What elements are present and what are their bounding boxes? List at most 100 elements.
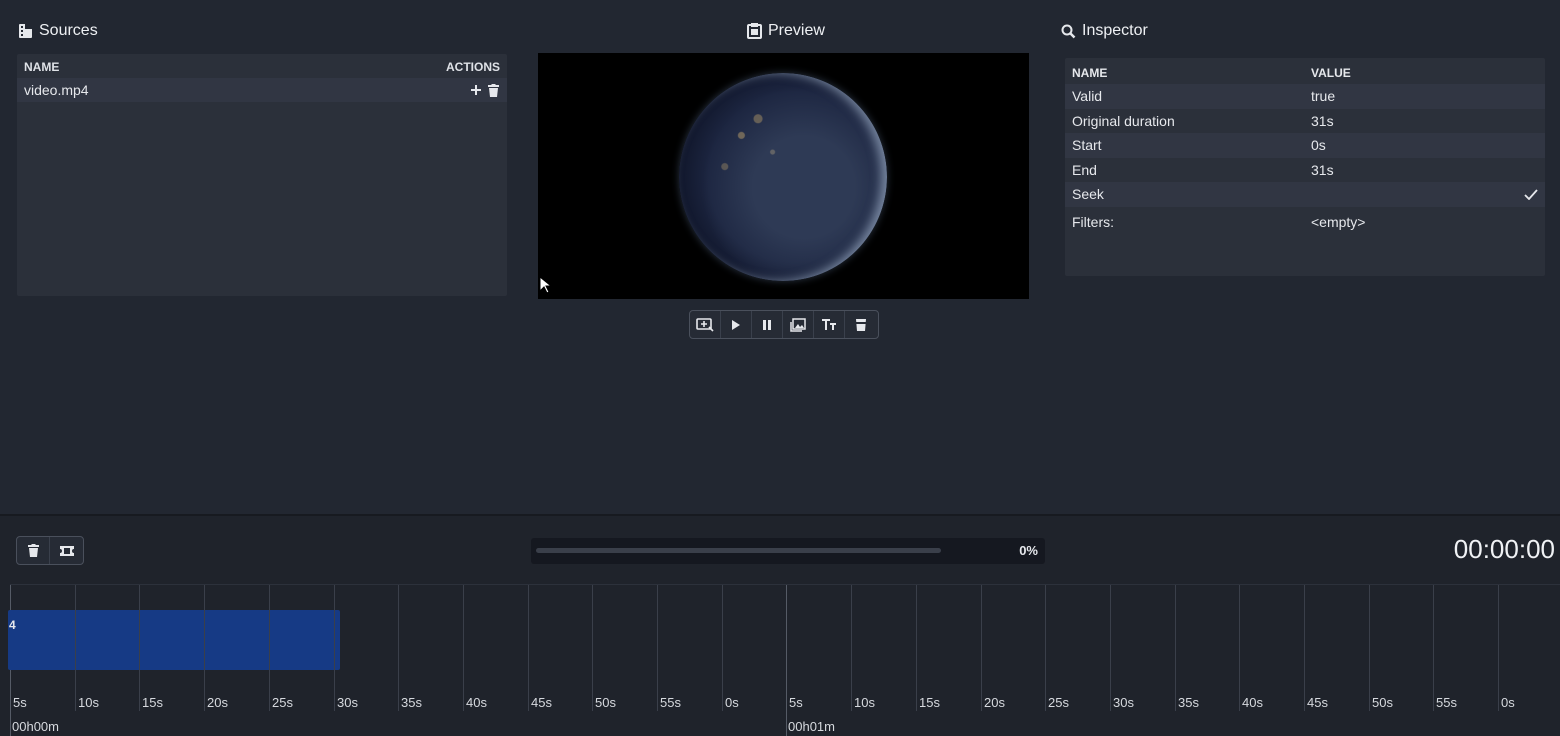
- second-tick: [204, 585, 205, 711]
- second-tick: [398, 585, 399, 711]
- preview-title-text: Preview: [768, 22, 825, 39]
- timeline-toolbar: [16, 536, 84, 565]
- progress-track: [536, 548, 941, 553]
- split-clip-button[interactable]: [50, 537, 83, 564]
- sources-header: NAME ACTIONS: [17, 54, 507, 78]
- second-tick: [1304, 585, 1305, 711]
- second-tick: [75, 585, 76, 711]
- source-row[interactable]: video.mp4: [17, 78, 507, 102]
- mouse-cursor-icon: [539, 276, 551, 294]
- inspector-col-value: VALUE: [1311, 65, 1351, 80]
- second-tick: [269, 585, 270, 711]
- second-label: 10s: [854, 695, 875, 710]
- sources-title: Sources: [18, 22, 98, 40]
- second-tick: [334, 585, 335, 711]
- second-tick: [1433, 585, 1434, 711]
- render-progress: 0%: [531, 538, 1045, 564]
- sources-panel: NAME ACTIONS video.mp4: [17, 54, 507, 296]
- second-label: 30s: [1113, 695, 1134, 710]
- inspector-panel: NAME VALUE Valid true Original duration …: [1065, 58, 1545, 276]
- add-icon[interactable]: [470, 84, 482, 96]
- inspector-row-value[interactable]: 31s: [1311, 162, 1545, 178]
- inspector-row-name: Original duration: [1072, 112, 1175, 129]
- timeline-area: 0% 00:00:00 4 5s 10s 15s 20s 25s 30s 35s 40s 45s…: [0, 514, 1560, 736]
- second-tick: [1110, 585, 1111, 711]
- seek-checkbox[interactable]: [1517, 189, 1545, 200]
- inspector-row-value: <empty>: [1311, 213, 1366, 230]
- film-folder-icon: [19, 24, 32, 38]
- inspector-row-name: End: [1072, 161, 1097, 178]
- inspector-row-end[interactable]: End 31s: [1065, 158, 1545, 183]
- inspector-row-name: Start: [1072, 137, 1102, 154]
- second-label: 50s: [1372, 695, 1393, 710]
- second-label: 45s: [531, 695, 552, 710]
- inspector-row-original-duration: Original duration 31s: [1065, 109, 1545, 134]
- progress-label: 0%: [1019, 543, 1038, 558]
- second-label: 15s: [142, 695, 163, 710]
- text-icon: [822, 318, 836, 330]
- second-tick: [1239, 585, 1240, 711]
- delete-clip-button[interactable]: [17, 537, 50, 564]
- sources-col-actions: ACTIONS: [446, 60, 500, 74]
- second-tick: [463, 585, 464, 711]
- timecode: 00:00:00: [1453, 534, 1555, 564]
- inspector-row-value[interactable]: 0s: [1311, 137, 1545, 153]
- earth-frame: [679, 73, 887, 281]
- minute-label: 00h01m: [788, 719, 835, 734]
- second-label: 5s: [13, 695, 27, 710]
- second-label: 35s: [1178, 695, 1199, 710]
- source-name: video.mp4: [24, 82, 89, 98]
- second-label: 20s: [207, 695, 228, 710]
- second-label: 25s: [1048, 695, 1069, 710]
- timeline-clip[interactable]: 4: [8, 610, 340, 670]
- inspector-row-filters: Filters: <empty>: [1065, 207, 1545, 237]
- inspector-row-seek[interactable]: Seek: [1065, 182, 1545, 207]
- image-button[interactable]: [783, 311, 814, 338]
- second-tick: [981, 585, 982, 711]
- pause-button[interactable]: [752, 311, 783, 338]
- inspector-row-value: 31s: [1311, 112, 1334, 129]
- ticket-icon: [59, 545, 74, 556]
- inspector-title-text: Inspector: [1082, 22, 1148, 39]
- play-icon: [732, 319, 740, 330]
- play-button[interactable]: [721, 311, 752, 338]
- inspector-row-name: Valid: [1072, 88, 1103, 105]
- inspector-row-start[interactable]: Start 0s: [1065, 133, 1545, 158]
- second-tick: [1498, 585, 1499, 711]
- add-to-timeline-icon: [696, 317, 714, 332]
- second-tick: [139, 585, 140, 711]
- second-tick: [1045, 585, 1046, 711]
- image-icon: [790, 317, 806, 332]
- second-tick: [528, 585, 529, 711]
- second-tick: [916, 585, 917, 711]
- inspector-title: Inspector: [1061, 22, 1148, 40]
- clip-label: 4: [9, 618, 16, 632]
- inspector-header: NAME VALUE: [1065, 58, 1545, 84]
- second-label: 30s: [337, 695, 358, 710]
- inspector-row-name: Filters:: [1072, 213, 1114, 230]
- inspector-row-valid: Valid true: [1065, 84, 1545, 109]
- clipboard-icon: [747, 23, 762, 39]
- second-label: 55s: [660, 695, 681, 710]
- minute-label: 00h00m: [12, 719, 59, 734]
- preview-toolbar: [689, 310, 879, 339]
- second-label: 35s: [401, 695, 422, 710]
- inspector-row-value: true: [1311, 88, 1336, 105]
- trash-icon[interactable]: [488, 83, 499, 97]
- text-button[interactable]: [814, 311, 845, 338]
- second-label: 10s: [78, 695, 99, 710]
- sources-col-name: NAME: [24, 60, 60, 74]
- second-label: 20s: [984, 695, 1005, 710]
- second-label: 15s: [919, 695, 940, 710]
- second-tick: [722, 585, 723, 711]
- filter-button[interactable]: [845, 311, 876, 338]
- timeline-track[interactable]: 4 5s 10s 15s 20s 25s 30s 35s 40s 45s 50s 55s 0s 5s 10…: [8, 584, 1560, 736]
- inspector-col-name: NAME: [1072, 65, 1108, 80]
- search-icon: [1061, 24, 1076, 38]
- second-label: 25s: [272, 695, 293, 710]
- second-tick: [592, 585, 593, 711]
- preview-title: Preview: [747, 22, 825, 40]
- sources-title-text: Sources: [39, 22, 98, 39]
- add-to-timeline-button[interactable]: [690, 311, 721, 338]
- preview-video[interactable]: [538, 53, 1029, 299]
